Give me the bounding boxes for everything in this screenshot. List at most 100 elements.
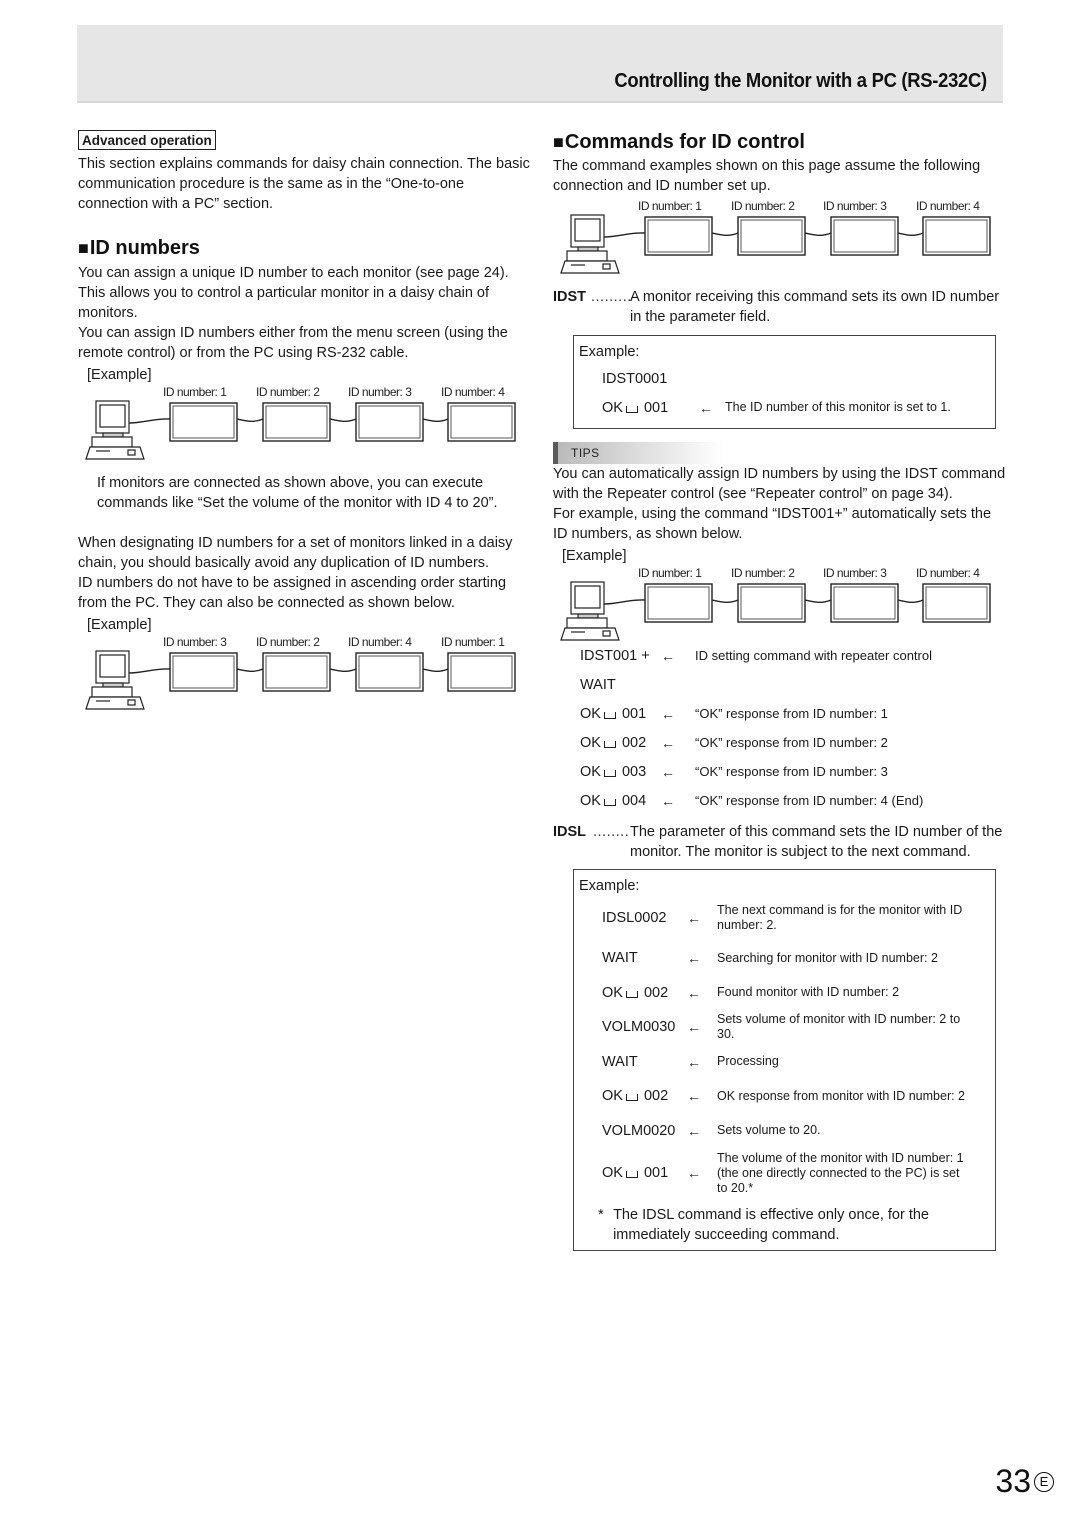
command-note: Sets volume of monitor with ID number: 2…: [717, 1012, 961, 1041]
response-value: 001: [643, 1165, 669, 1181]
ok-text: OK: [602, 984, 623, 1001]
pc-computer-icon: [85, 650, 145, 710]
command-text: WAIT: [602, 950, 638, 966]
idst-definition: IDST ......... A monitor receiving this …: [553, 287, 1008, 327]
page-number: 33 E: [995, 1463, 1054, 1500]
command-text: VOLM0020: [602, 1122, 676, 1139]
ok-text: OK: [602, 1165, 623, 1181]
display-monitor-icon: [169, 402, 238, 442]
response-text: OK 002: [579, 985, 687, 1001]
daisy-chain-diagram: ID number: 1 ID number: 2 ID number: 3 ID n…: [553, 199, 1008, 275]
language-mark-icon: E: [1034, 1471, 1054, 1492]
response-text: OK 004: [553, 793, 661, 809]
duplication-paragraph: When designating ID numbers for a set of…: [78, 535, 513, 571]
tips-paragraph-1: You can automatically assign ID numbers …: [553, 466, 1006, 502]
left-arrow-icon: ←: [661, 647, 675, 664]
response-value: 003: [621, 763, 647, 780]
display-monitor-icon: [830, 216, 899, 256]
space-symbol-icon: [625, 990, 638, 998]
idst-example-box: Example: IDST0001 OK 001 ← The ID number …: [573, 335, 996, 429]
command-row: OK 004 ← “OK” response from ID number: 4 (E…: [553, 786, 1008, 815]
command-text: WAIT: [580, 676, 616, 693]
command-row: IDST001 + ← ID setting command with repeat…: [553, 641, 1008, 670]
example-label: [Example]: [87, 617, 152, 633]
response-value: 001: [621, 705, 647, 722]
left-arrow-icon: ←: [661, 734, 675, 751]
display-monitor-icon: [447, 402, 516, 442]
intro-paragraph: This section explains commands for daisy…: [78, 156, 530, 212]
id-numbers-paragraph-1: You can assign a unique ID number to eac…: [78, 265, 509, 321]
command-key: IDSL: [553, 824, 587, 840]
tips-bar: [553, 442, 558, 464]
left-arrow-icon: ←: [661, 792, 675, 809]
display-monitor-icon: [169, 652, 238, 692]
ascending-order-paragraph: ID numbers do not have to be assigned in…: [78, 575, 507, 611]
command-note: The volume of the monitor with ID number…: [717, 1150, 964, 1195]
command-note: Processing: [717, 1054, 779, 1068]
ok-text: OK: [602, 399, 623, 416]
heading-text: Commands for ID control: [564, 131, 805, 153]
response-value: 002: [643, 984, 669, 1001]
left-arrow-icon: ←: [687, 1053, 701, 1070]
left-arrow-icon: ←: [687, 1165, 701, 1181]
space-symbol-icon: [603, 769, 616, 777]
command-text: IDST001 +: [580, 647, 650, 664]
connection-diagram: [85, 650, 516, 710]
display-monitor-icon: [355, 402, 424, 442]
space-symbol-icon: [603, 740, 616, 748]
advanced-operation-badge: Advanced operation: [78, 130, 216, 150]
display-monitor-icon: [737, 216, 806, 256]
connection-diagram: [85, 400, 516, 460]
command-text: WAIT: [602, 1053, 638, 1070]
command-key: IDST: [553, 289, 587, 305]
idsl-example-rows: IDSL0002 ← The next command is for the mon…: [579, 898, 987, 1201]
ok-text: OK: [602, 1088, 623, 1104]
idsl-example-box: Example: IDSL0002 ← The next command is fo…: [573, 869, 996, 1251]
response-text: OK 001: [579, 1165, 687, 1181]
daisy-chain-diagram: ID number: 1 ID number: 2 ID number: 3 ID n…: [78, 385, 533, 461]
command-row: OK 002 ← OK response from monitor with ID n…: [579, 1076, 987, 1116]
pc-computer-icon: [560, 214, 620, 274]
command-row: WAIT ← Searching for monitor with ID numbe…: [579, 938, 987, 978]
example-row: IDST0001: [579, 364, 987, 393]
response-note: The ID number of this monitor is set to …: [725, 400, 951, 414]
header-band: Controlling the Monitor with a PC (RS-23…: [77, 25, 1003, 103]
heading-text: ID numbers: [89, 237, 200, 259]
commands-heading: ■Commands for ID control: [553, 130, 1008, 154]
page-header-title: Controlling the Monitor with a PC (RS-23…: [614, 70, 988, 92]
example-label: Example:: [579, 878, 640, 894]
example-label: [Example]: [562, 548, 627, 564]
command-row: OK 002 ← “OK” response from ID number: 2: [553, 728, 1008, 757]
response-value: 002: [643, 1088, 669, 1104]
square-bullet-icon: ■: [553, 132, 564, 152]
example-row: OK 001 ← The ID number of this monitor is…: [579, 393, 987, 422]
id-numbers-paragraph-2: You can assign ID numbers either from th…: [78, 325, 508, 361]
daisy-chain-diagram: ID number: 1 ID number: 2 ID number: 3 ID n…: [553, 566, 1008, 642]
ok-text: OK: [580, 792, 601, 809]
footnote: * The IDSL command is effective only onc…: [579, 1205, 987, 1245]
pc-computer-icon: [85, 400, 145, 460]
page-number-value: 33: [995, 1463, 1031, 1499]
space-symbol-icon: [603, 711, 616, 719]
display-monitor-icon: [830, 583, 899, 623]
ok-text: OK: [580, 705, 601, 722]
display-monitor-icon: [644, 583, 713, 623]
command-row: WAIT: [553, 670, 1008, 699]
display-monitor-icon: [922, 216, 991, 256]
left-arrow-icon: ←: [699, 399, 713, 416]
display-monitor-icon: [262, 652, 331, 692]
display-monitor-icon: [737, 583, 806, 623]
command-text: IDSL0002: [602, 910, 667, 926]
display-monitor-icon: [922, 583, 991, 623]
left-column: Advanced operation This section explains…: [78, 130, 533, 711]
display-monitor-icon: [447, 652, 516, 692]
left-arrow-icon: ←: [687, 950, 701, 966]
command-note: “OK” response from ID number: 3: [695, 764, 888, 779]
response-value: 002: [621, 734, 647, 751]
daisy-chain-diagram-unordered: ID number: 3 ID number: 2 ID number: 4 ID n…: [78, 635, 533, 711]
pc-computer-icon: [560, 581, 620, 641]
command-note: Sets volume to 20.: [717, 1123, 821, 1137]
id-numbers-heading: ■ID numbers: [78, 236, 533, 260]
command-row: OK 002 ← Found monitor with ID number: 2: [579, 978, 987, 1007]
idsl-definition: IDSL ........ The parameter of this comm…: [553, 822, 1008, 862]
